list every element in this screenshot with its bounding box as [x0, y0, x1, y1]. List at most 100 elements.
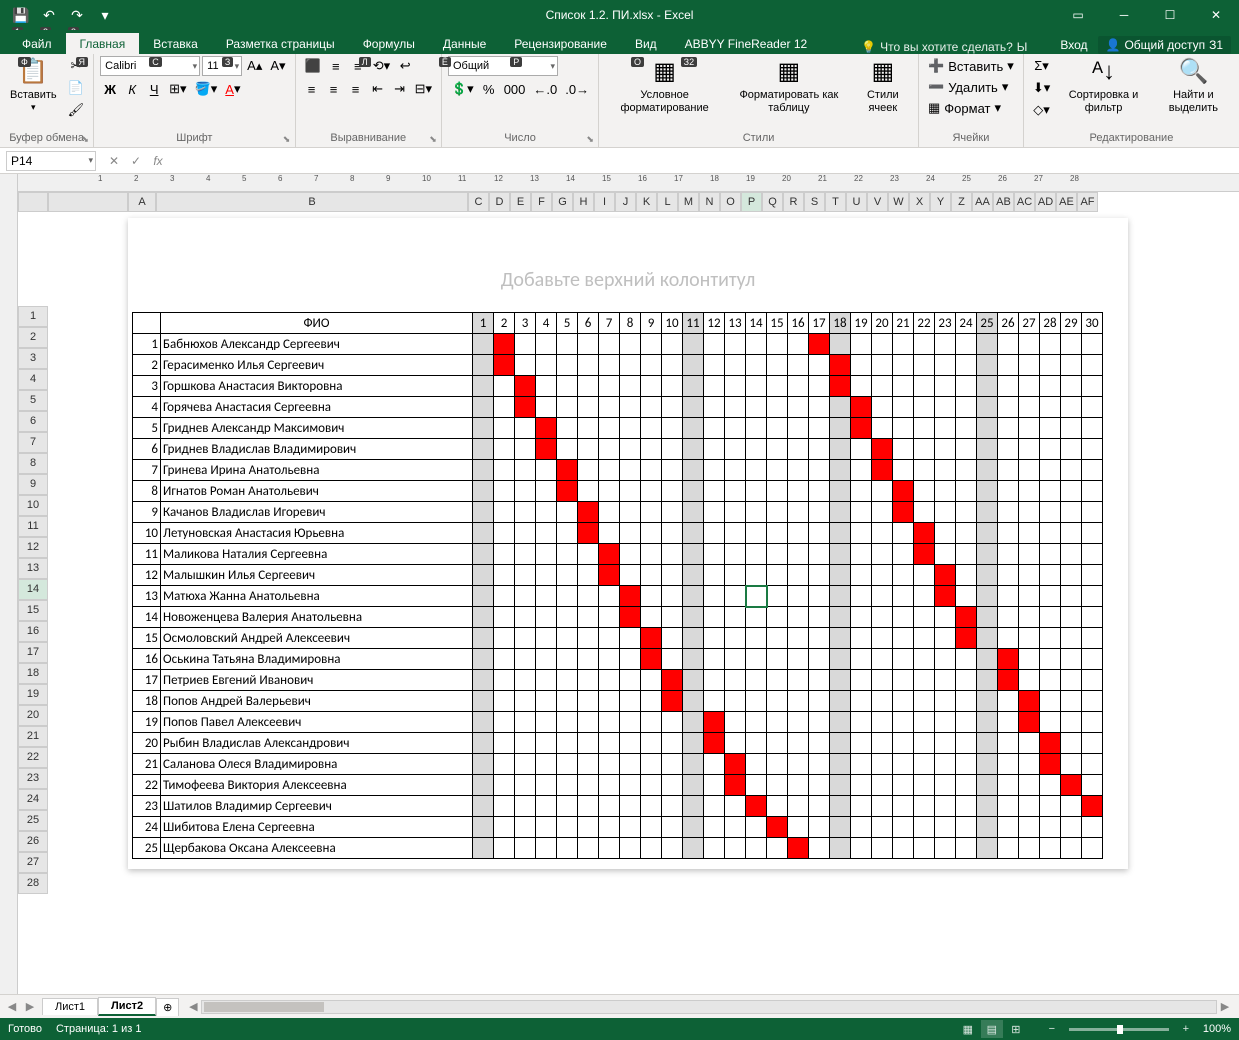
day-cell[interactable] — [536, 334, 557, 355]
day-cell[interactable] — [935, 397, 956, 418]
day-cell[interactable] — [641, 565, 662, 586]
day-cell[interactable] — [1082, 397, 1103, 418]
day-cell[interactable] — [767, 502, 788, 523]
day-cell[interactable] — [662, 691, 683, 712]
column-header[interactable]: AE — [1056, 192, 1077, 212]
row-header[interactable]: 14 — [18, 579, 48, 600]
day-cell[interactable] — [494, 460, 515, 481]
day-cell[interactable] — [830, 712, 851, 733]
column-header[interactable]: AF — [1077, 192, 1098, 212]
day-cell[interactable] — [515, 397, 536, 418]
tab-data[interactable]: ДанныеЁ — [429, 33, 500, 54]
day-cell[interactable] — [641, 607, 662, 628]
day-cell[interactable] — [515, 649, 536, 670]
day-cell[interactable] — [809, 796, 830, 817]
day-cell[interactable] — [536, 607, 557, 628]
column-header[interactable]: W — [888, 192, 909, 212]
day-cell[interactable] — [893, 460, 914, 481]
day-cell[interactable] — [662, 670, 683, 691]
person-name[interactable]: Горячева Анастасия Сергеевна — [161, 397, 473, 418]
day-cell[interactable] — [956, 376, 977, 397]
day-cell[interactable] — [788, 607, 809, 628]
day-cell[interactable] — [977, 691, 998, 712]
day-cell[interactable] — [977, 628, 998, 649]
day-cell[interactable] — [515, 838, 536, 859]
increase-font-button[interactable]: A▴ — [244, 56, 265, 76]
day-cell[interactable] — [914, 649, 935, 670]
day-cell[interactable] — [662, 439, 683, 460]
day-cell[interactable] — [998, 712, 1019, 733]
day-cell[interactable] — [809, 439, 830, 460]
day-cell[interactable] — [872, 691, 893, 712]
add-sheet-button[interactable]: ⊕ — [156, 998, 179, 1016]
day-cell[interactable] — [662, 817, 683, 838]
person-name[interactable]: Игнатов Роман Анатольевич — [161, 481, 473, 502]
day-cell[interactable] — [662, 628, 683, 649]
person-name[interactable]: Бабнюхов Александр Сергеевич — [161, 334, 473, 355]
day-cell[interactable] — [725, 628, 746, 649]
day-cell[interactable] — [641, 817, 662, 838]
day-cell[interactable] — [641, 775, 662, 796]
day-cell[interactable] — [536, 418, 557, 439]
day-cell[interactable] — [872, 397, 893, 418]
day-cell[interactable] — [746, 355, 767, 376]
day-cell[interactable] — [1082, 628, 1103, 649]
day-cell[interactable] — [893, 439, 914, 460]
person-name[interactable]: Щербакова Оксана Алексеевна — [161, 838, 473, 859]
format-as-table-button[interactable]: ▦Форматировать как таблицу — [728, 56, 850, 117]
day-cell[interactable] — [641, 397, 662, 418]
day-cell[interactable] — [914, 481, 935, 502]
day-cell[interactable] — [683, 418, 704, 439]
day-cell[interactable] — [767, 481, 788, 502]
day-cell[interactable] — [851, 376, 872, 397]
day-cell[interactable] — [977, 544, 998, 565]
day-cell[interactable] — [830, 565, 851, 586]
day-cell[interactable] — [515, 418, 536, 439]
day-cell[interactable] — [1061, 334, 1082, 355]
day-cell[interactable] — [1061, 754, 1082, 775]
day-cell[interactable] — [1040, 565, 1061, 586]
day-cell[interactable] — [473, 628, 494, 649]
day-cell[interactable] — [704, 607, 725, 628]
day-cell[interactable] — [809, 565, 830, 586]
day-cell[interactable] — [515, 691, 536, 712]
day-cell[interactable] — [599, 334, 620, 355]
day-cell[interactable] — [998, 439, 1019, 460]
day-cell[interactable] — [1019, 544, 1040, 565]
day-cell[interactable] — [494, 649, 515, 670]
page-break-view-button[interactable]: ⊞ — [1005, 1020, 1027, 1038]
day-cell[interactable] — [557, 586, 578, 607]
day-cell[interactable] — [1061, 691, 1082, 712]
day-cell[interactable] — [641, 334, 662, 355]
day-cell[interactable] — [872, 817, 893, 838]
tab-abbyy[interactable]: ABBYY FineReader 12З2 — [671, 33, 822, 54]
day-cell[interactable] — [830, 670, 851, 691]
day-cell[interactable] — [977, 376, 998, 397]
day-cell[interactable] — [620, 817, 641, 838]
day-cell[interactable] — [788, 523, 809, 544]
day-cell[interactable] — [893, 838, 914, 859]
day-cell[interactable] — [1061, 523, 1082, 544]
day-cell[interactable] — [704, 796, 725, 817]
day-cell[interactable] — [830, 502, 851, 523]
day-cell[interactable] — [704, 460, 725, 481]
day-cell[interactable] — [557, 796, 578, 817]
day-cell[interactable] — [494, 523, 515, 544]
row-header[interactable]: 27 — [18, 852, 48, 873]
day-cell[interactable] — [893, 397, 914, 418]
header-placeholder[interactable]: Добавьте верхний колонтитул — [128, 268, 1128, 292]
day-cell[interactable] — [1082, 355, 1103, 376]
fill-button[interactable]: ⬇▾ — [1030, 78, 1053, 98]
decrease-font-button[interactable]: A▾ — [267, 56, 288, 76]
day-cell[interactable] — [767, 775, 788, 796]
day-cell[interactable] — [767, 607, 788, 628]
day-cell[interactable] — [893, 523, 914, 544]
day-cell[interactable] — [788, 628, 809, 649]
percent-button[interactable]: % — [479, 79, 499, 99]
day-cell[interactable] — [893, 586, 914, 607]
day-cell[interactable] — [914, 691, 935, 712]
person-name[interactable]: Шибитова Елена Сергеевна — [161, 817, 473, 838]
day-cell[interactable] — [1061, 817, 1082, 838]
row-header[interactable]: 21 — [18, 726, 48, 747]
day-cell[interactable] — [746, 586, 767, 607]
